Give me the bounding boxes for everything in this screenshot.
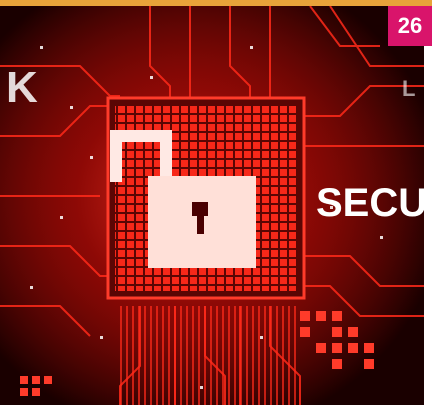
scene-word-right: SECU <box>316 181 424 225</box>
bus-lines <box>120 306 300 405</box>
page-number-badge: 26 <box>388 6 432 46</box>
scene-letter-right-top: L <box>402 76 415 101</box>
scene-word-left: K <box>6 63 38 112</box>
circuit-svg: K SECU L <box>0 6 424 405</box>
right-margin <box>424 46 432 405</box>
circuit-board-illustration: K SECU L <box>0 6 424 405</box>
